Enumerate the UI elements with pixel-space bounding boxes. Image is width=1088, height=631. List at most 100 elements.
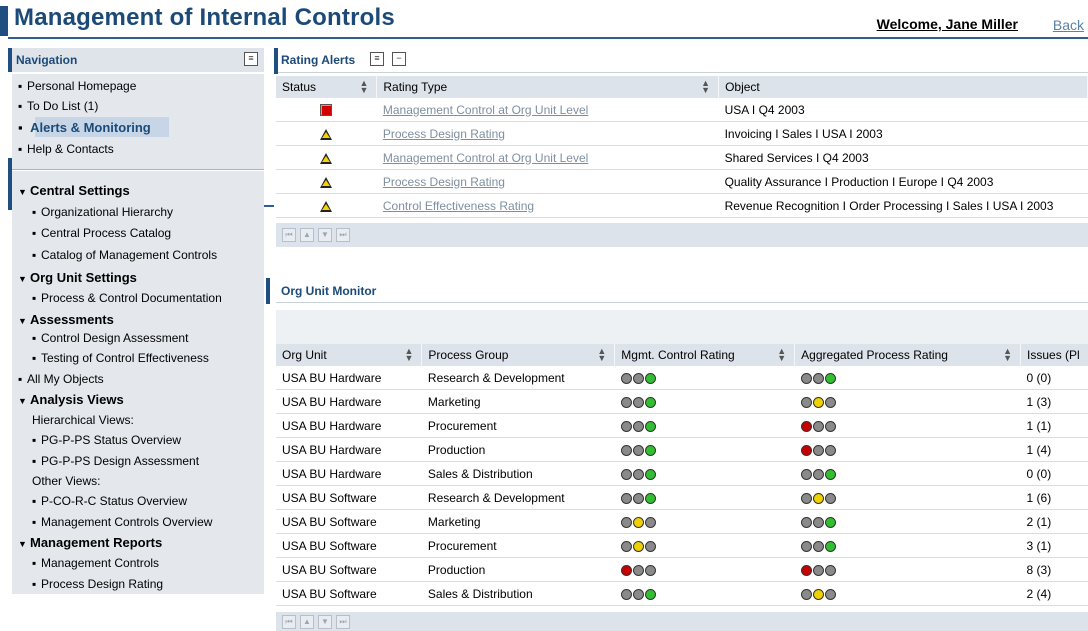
table-row[interactable]: USA BU Software Research & Development 1 (… (276, 485, 1088, 510)
last-page-icon[interactable]: ⏭ (336, 615, 350, 629)
table-row[interactable]: USA BU Hardware Sales & Distribution 0 (0) (276, 461, 1088, 486)
traffic-light-icon (644, 588, 656, 600)
rating-type-link[interactable]: Management Control at Org Unit Level (376, 98, 719, 122)
nav-todo-list[interactable]: ▪ To Do List (1) (18, 99, 98, 113)
rating-type-link[interactable]: Process Design Rating (376, 169, 719, 194)
org-unit-monitor-toolbar (276, 310, 1088, 344)
sort-icon[interactable]: ▲ ▼ (1003, 347, 1012, 363)
table-row[interactable]: USA BU Hardware Research & Development 0 (… (276, 366, 1088, 390)
nav-section-org-unit-settings[interactable]: ▼ Org Unit Settings (18, 270, 137, 285)
traffic-light-icon (632, 396, 644, 408)
table-row[interactable]: Control Effectiveness Rating Revenue Reco… (276, 193, 1088, 218)
last-page-icon[interactable]: ⏭ (336, 228, 350, 242)
aggregated-process-rating-cell[interactable] (794, 485, 1021, 510)
mgmt-control-rating-cell[interactable] (614, 581, 795, 606)
mgmt-control-rating-cell[interactable] (614, 509, 795, 534)
welcome-user-link[interactable]: Welcome, Jane Miller (877, 16, 1018, 32)
aggregated-process-rating-cell[interactable] (794, 461, 1021, 486)
table-row[interactable]: USA BU Software Procurement 3 (1) (276, 533, 1088, 558)
table-row[interactable]: USA BU Hardware Marketing 1 (3) (276, 389, 1088, 414)
org-unit-cell: USA BU Hardware (276, 437, 422, 462)
nav-process-design-rating-report[interactable]: ▪ Process Design Rating (32, 577, 163, 591)
column-header-aggregated-process-rating[interactable]: Aggregated Process Rating ▲ ▼ (794, 344, 1022, 366)
header-accent-bar (0, 6, 8, 36)
previous-page-icon[interactable]: ▲ (300, 228, 314, 242)
column-header-object[interactable]: Object (718, 76, 1088, 98)
nav-all-my-objects[interactable]: ▪ All My Objects (18, 372, 104, 386)
org-unit-monitor-accent (266, 278, 270, 304)
previous-page-icon[interactable]: ▲ (300, 615, 314, 629)
table-row[interactable]: USA BU Software Production 8 (3) (276, 557, 1088, 582)
nav-section-assessments[interactable]: ▼ Assessments (18, 312, 114, 327)
aggregated-process-rating-cell[interactable] (794, 581, 1021, 606)
navigation-menu-icon[interactable]: ≡ (244, 52, 258, 66)
nav-pcorc-status-overview[interactable]: ▪ P-CO-R-C Status Overview (32, 494, 187, 508)
rating-type-link[interactable]: Control Effectiveness Rating (376, 193, 719, 218)
nav-testing-control-effectiveness[interactable]: ▪ Testing of Control Effectiveness (32, 351, 209, 365)
table-row[interactable]: USA BU Hardware Production 1 (4) (276, 437, 1088, 462)
sort-icon[interactable]: ▲ ▼ (404, 347, 413, 363)
mgmt-control-rating-cell[interactable] (614, 366, 795, 390)
mgmt-control-rating-cell[interactable] (614, 389, 795, 414)
org-unit-monitor-pager: ⏮ ▲ ▼ ⏭ (276, 612, 1088, 631)
aggregated-process-rating-cell[interactable] (794, 437, 1021, 462)
rating-alerts-minimize-icon[interactable]: − (392, 52, 406, 66)
aggregated-process-rating-cell[interactable] (794, 509, 1021, 534)
sort-icon[interactable]: ▲ ▼ (777, 347, 786, 363)
nav-section-central-settings[interactable]: ▼ Central Settings (18, 183, 130, 198)
nav-personal-homepage[interactable]: ▪ Personal Homepage (18, 79, 136, 93)
nav-pgpps-design-assessment[interactable]: ▪ PG-P-PS Design Assessment (32, 454, 199, 468)
page-title: Management of Internal Controls (14, 4, 395, 31)
nav-management-controls-overview[interactable]: ▪ Management Controls Overview (32, 515, 212, 529)
first-page-icon[interactable]: ⏮ (282, 615, 296, 629)
column-header-rating-type[interactable]: Rating Type ▲ ▼ (376, 76, 720, 98)
sort-icon[interactable]: ▲ ▼ (701, 79, 710, 95)
table-row[interactable]: Process Design Rating Invoicing I Sales I… (276, 121, 1088, 146)
column-header-status[interactable]: Status ▲ ▼ (276, 76, 378, 98)
aggregated-process-rating-cell[interactable] (794, 389, 1021, 414)
mgmt-control-rating-cell[interactable] (614, 533, 795, 558)
nav-section-management-reports[interactable]: ▼ Management Reports (18, 535, 162, 550)
table-row[interactable]: Management Control at Org Unit Level USA … (276, 98, 1088, 122)
sort-icon[interactable]: ▲ ▼ (597, 347, 606, 363)
mgmt-control-rating-cell[interactable] (614, 557, 795, 582)
rating-type-link[interactable]: Management Control at Org Unit Level (376, 145, 719, 170)
nav-central-process-catalog[interactable]: ▪ Central Process Catalog (32, 226, 171, 240)
sort-icon[interactable]: ▲ ▼ (359, 79, 368, 95)
nav-organizational-hierarchy[interactable]: ▪ Organizational Hierarchy (32, 205, 173, 219)
first-page-icon[interactable]: ⏮ (282, 228, 296, 242)
warning-triangle-icon (320, 176, 333, 188)
column-header-org-unit[interactable]: Org Unit ▲ ▼ (276, 344, 423, 366)
nav-process-control-documentation[interactable]: ▪ Process & Control Documentation (32, 291, 222, 305)
status-cell (276, 145, 377, 170)
mgmt-control-rating-cell[interactable] (614, 413, 795, 438)
rating-alerts-menu-icon[interactable]: ≡ (370, 52, 384, 66)
column-header-mgmt-control-rating[interactable]: Mgmt. Control Rating ▲ ▼ (614, 344, 796, 366)
mgmt-control-rating-cell[interactable] (614, 461, 795, 486)
column-header-process-group[interactable]: Process Group ▲ ▼ (421, 344, 616, 366)
mgmt-control-rating-cell[interactable] (614, 437, 795, 462)
table-row[interactable]: USA BU Software Sales & Distribution 2 (4) (276, 581, 1088, 606)
aggregated-process-rating-cell[interactable] (794, 557, 1021, 582)
back-link[interactable]: Back (1053, 17, 1084, 33)
nav-help-contacts[interactable]: ▪ Help & Contacts (18, 142, 114, 156)
aggregated-process-rating-cell[interactable] (794, 533, 1021, 558)
table-row[interactable]: USA BU Hardware Procurement 1 (1) (276, 413, 1088, 438)
nav-control-design-assessment[interactable]: ▪ Control Design Assessment (32, 331, 188, 345)
nav-catalog-management-controls[interactable]: ▪ Catalog of Management Controls (32, 248, 217, 262)
aggregated-process-rating-cell[interactable] (794, 366, 1021, 390)
traffic-light-icon (812, 444, 824, 456)
rating-type-link[interactable]: Process Design Rating (376, 121, 719, 146)
nav-management-controls-report[interactable]: ▪ Management Controls (32, 556, 159, 570)
nav-pgpps-status-overview[interactable]: ▪ PG-P-PS Status Overview (32, 433, 181, 447)
nav-alerts-monitoring[interactable]: ▪ Alerts & Monitoring (18, 120, 151, 135)
table-row[interactable]: Management Control at Org Unit Level Shar… (276, 145, 1088, 170)
column-header-issues[interactable]: Issues (Pl (1020, 344, 1088, 366)
next-page-icon[interactable]: ▼ (318, 615, 332, 629)
nav-section-analysis-views[interactable]: ▼ Analysis Views (18, 392, 124, 407)
next-page-icon[interactable]: ▼ (318, 228, 332, 242)
table-row[interactable]: Process Design Rating Quality Assurance I… (276, 169, 1088, 194)
table-row[interactable]: USA BU Software Marketing 2 (1) (276, 509, 1088, 534)
aggregated-process-rating-cell[interactable] (794, 413, 1021, 438)
mgmt-control-rating-cell[interactable] (614, 485, 795, 510)
